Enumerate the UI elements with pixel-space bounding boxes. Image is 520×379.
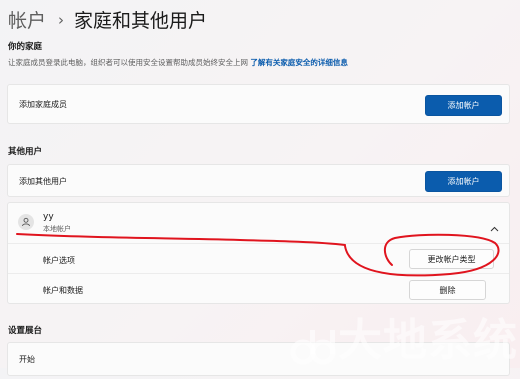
add-family-account-button[interactable]: 添加帐户: [425, 95, 502, 116]
breadcrumb: 帐户 › 家庭和其他用户: [8, 6, 207, 33]
add-other-user-label: 添加其他用户: [19, 177, 67, 186]
kiosk-section-title: 设置展台: [8, 326, 43, 336]
delete-account-button[interactable]: 删除: [409, 280, 486, 300]
watermark: 大地系统: [290, 304, 518, 368]
watermark-text: 大地系统: [338, 315, 518, 366]
chevron-up-icon[interactable]: [490, 217, 499, 236]
dd-logo-icon: [290, 328, 336, 368]
user-name: yy: [43, 212, 54, 222]
divider: [8, 273, 509, 274]
add-other-account-button[interactable]: 添加帐户: [425, 171, 502, 192]
breadcrumb-parent[interactable]: 帐户: [8, 6, 46, 33]
user-header[interactable]: yy 本地帐户: [8, 203, 509, 243]
user-account-type: 本地帐户: [43, 225, 71, 233]
divider: [8, 243, 509, 244]
breadcrumb-separator-icon: ›: [58, 10, 65, 29]
account-data-label: 帐户和数据: [43, 286, 83, 295]
add-family-member-label: 添加家庭成员: [19, 100, 67, 109]
add-other-user-card: 添加其他用户 添加帐户: [7, 164, 510, 197]
account-options-label: 帐户选项: [43, 256, 75, 265]
family-description-text: 让家庭成员登录此电脑，组织者可以使用安全设置帮助成员始终安全上网: [8, 58, 248, 67]
other-users-section-title: 其他用户: [8, 147, 43, 157]
page-title: 家庭和其他用户: [74, 10, 208, 32]
add-family-member-card: 添加家庭成员 添加帐户: [7, 84, 510, 124]
change-account-type-button[interactable]: 更改帐户类型: [409, 249, 494, 269]
person-icon: [18, 214, 34, 230]
kiosk-start-label[interactable]: 开始: [19, 354, 35, 365]
user-card: yy 本地帐户 帐户选项 更改帐户类型 帐户和数据 删除: [7, 202, 510, 304]
family-safety-link[interactable]: 了解有关家庭安全的详细信息: [250, 58, 348, 67]
family-section-title: 你的家庭: [8, 42, 43, 52]
family-description: 让家庭成员登录此电脑，组织者可以使用安全设置帮助成员始终安全上网 了解有关家庭安…: [8, 57, 348, 68]
